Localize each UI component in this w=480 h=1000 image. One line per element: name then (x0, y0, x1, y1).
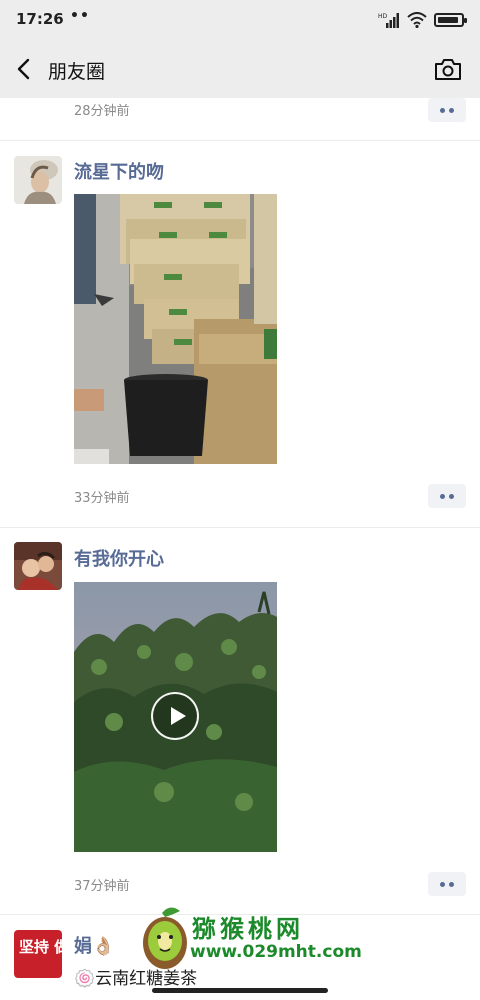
user-name[interactable]: 有我你开心 (74, 545, 164, 571)
avatar[interactable] (14, 542, 62, 590)
wifi-icon (407, 12, 427, 28)
more-actions-button[interactable] (428, 484, 466, 508)
page-title: 朋友圈 (48, 61, 106, 83)
signal-icon: HD (378, 13, 399, 28)
camera-icon[interactable] (434, 56, 462, 82)
avatar-image: 坚持 做最好的自己 (14, 930, 62, 978)
status-time: 17:26 (16, 10, 64, 28)
post-video[interactable] (74, 582, 277, 852)
chevron-left-icon[interactable] (10, 54, 38, 84)
nav-bar: 朋友圈 (0, 40, 480, 98)
status-icons: HD (378, 11, 467, 29)
status-bar: 17:26 •• HD (0, 0, 480, 40)
home-indicator[interactable] (152, 988, 328, 993)
avatar[interactable]: 坚持 做最好的自己 (14, 930, 62, 978)
more-actions-button[interactable] (428, 872, 466, 896)
avatar-image (14, 156, 62, 204)
moments-feed[interactable]: 28分钟前 流星下的吻 33分钟前 有我你开心 37分钟前 坚持 做 娟👌🏼 🍥… (0, 98, 480, 1000)
watermark: 猕猴桃网 www.029mht.com (140, 905, 362, 977)
post-time: 37分钟前 (74, 879, 130, 894)
watermark-url: www.029mht.com (190, 942, 362, 962)
avatar[interactable] (14, 156, 62, 204)
notification-dots: •• (70, 8, 90, 24)
more-actions-button[interactable] (428, 98, 466, 122)
kiwi-logo-icon (143, 907, 187, 969)
hd-label: HD (378, 13, 388, 20)
post-divider (0, 140, 480, 141)
battery-level (438, 17, 458, 23)
user-name[interactable]: 流星下的吻 (74, 158, 164, 184)
warehouse-photo (74, 194, 277, 464)
play-button[interactable] (151, 692, 199, 740)
avatar-text: 坚持 做最好的自己 (19, 938, 62, 956)
post-photo[interactable] (74, 194, 277, 464)
user-name[interactable]: 娟👌🏼 (74, 932, 114, 958)
watermark-title: 猕猴桃网 (192, 914, 304, 943)
avatar-image (14, 542, 62, 590)
post-divider (0, 527, 480, 528)
battery-icon (434, 13, 467, 27)
post-time: 33分钟前 (74, 491, 130, 506)
post-time: 28分钟前 (74, 104, 130, 119)
